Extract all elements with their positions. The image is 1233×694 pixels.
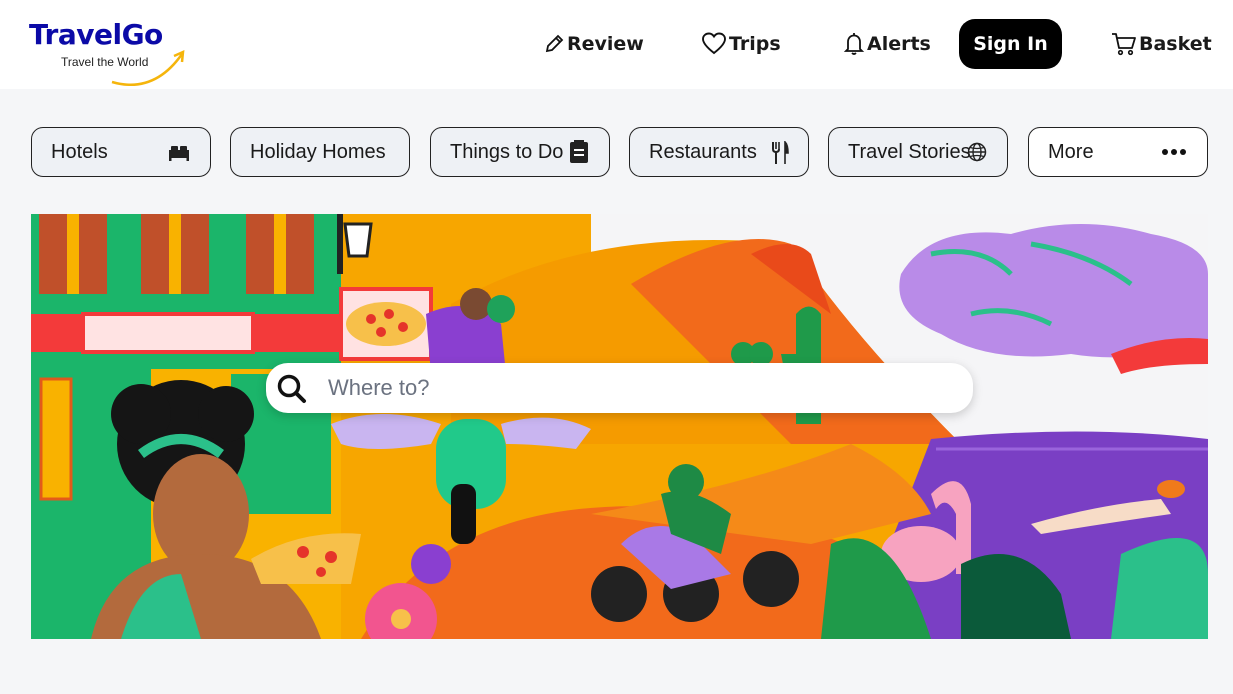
bell-icon [843,33,865,55]
ellipsis-icon [1162,149,1186,155]
nav-trips-label: Trips [729,33,781,55]
nav-alerts-label: Alerts [867,33,931,55]
category-label: Holiday Homes [250,140,386,163]
category-things-to-do-button[interactable]: Things to Do [430,127,610,177]
logo-swoosh-icon [111,49,185,86]
search-input[interactable] [328,373,928,403]
top-header: TravelGo Travel the World Review Trips A… [0,0,1233,89]
cart-icon [1112,33,1136,56]
heart-icon [702,32,726,55]
category-label: Travel Stories [848,140,971,163]
category-hotels-button[interactable]: Hotels [31,127,211,177]
category-more-button[interactable]: More [1028,127,1208,177]
travel-illustration [31,214,1208,639]
category-label: Restaurants [649,140,757,163]
category-label: Things to Do [450,140,564,163]
search-icon [277,374,306,403]
category-holiday-homes-button[interactable]: Holiday Homes [230,127,410,177]
bed-icon [169,146,189,161]
globe-icon [967,142,987,162]
search-bar[interactable] [266,363,973,413]
category-travel-stories-button[interactable]: Travel Stories [828,127,1008,177]
pencil-icon [545,34,564,53]
category-label: More [1048,140,1094,163]
ticket-icon [570,140,588,163]
nav-basket-label: Basket [1139,33,1212,55]
hero-banner [31,214,1208,639]
nav-alerts-link[interactable]: Alerts [843,19,931,69]
category-restaurants-button[interactable]: Restaurants [629,127,809,177]
nav-review-link[interactable]: Review [543,19,644,69]
nav-basket-link[interactable]: Basket [1111,19,1212,69]
brand-logo[interactable]: TravelGo Travel the World [29,18,189,88]
category-label: Hotels [51,140,108,163]
sign-in-button[interactable]: Sign In [959,19,1062,69]
nav-review-label: Review [567,33,644,55]
nav-trips-link[interactable]: Trips [701,19,781,69]
fork-knife-icon [772,141,789,164]
